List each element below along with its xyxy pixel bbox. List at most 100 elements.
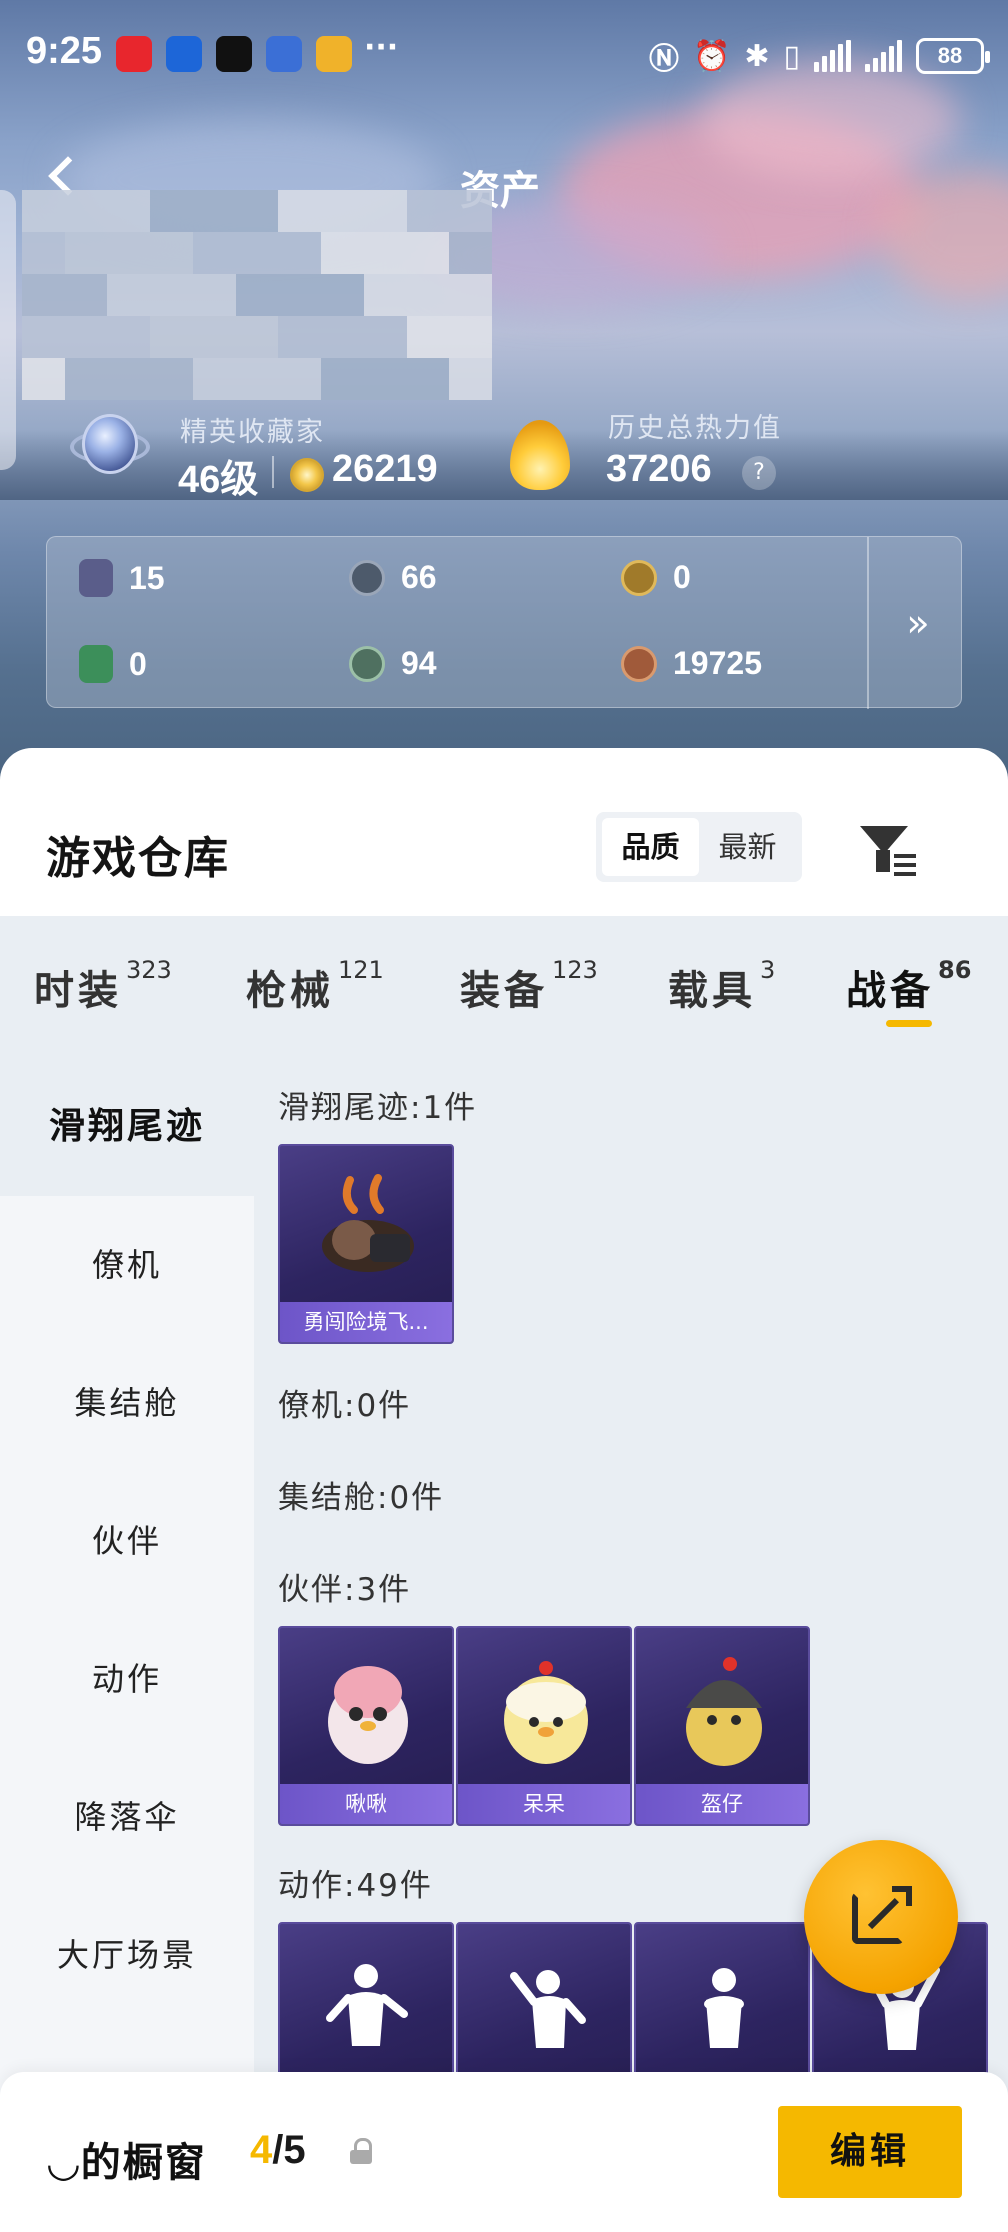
resource-value: 15 — [129, 559, 165, 596]
cat-face-icon: ◡ — [48, 2140, 81, 2186]
collector-level: 46级 — [178, 459, 259, 501]
profile-card-edge — [0, 190, 16, 470]
section-label: 动作:49件 — [278, 1868, 433, 1904]
signal-icon-2 — [865, 40, 902, 72]
section-label: 滑翔尾迹:1件 — [278, 1090, 478, 1126]
warehouse-title: 游戏仓库 — [46, 833, 230, 884]
browser-app-icon — [166, 36, 202, 72]
tiktok-app-icon — [216, 36, 252, 72]
blurred-profile-info — [22, 190, 492, 400]
resource-value: 66 — [401, 559, 437, 595]
tab-vehicles[interactable]: 载具 3 — [668, 956, 775, 1016]
resource-value: 19725 — [673, 645, 762, 681]
resource-value: 94 — [401, 645, 437, 681]
status-bar: 9:25 ··· Ⓝ ⏰ ✱ ▯ 88 — [0, 0, 1008, 110]
tab-label: 枪械 — [246, 968, 334, 1014]
green-coin-icon — [349, 645, 385, 682]
showcase-label: ◡的橱窗 — [48, 2130, 207, 2188]
tab-label: 装备 — [460, 968, 548, 1014]
help-icon[interactable]: ? — [742, 456, 776, 490]
huawei-app-icon — [116, 36, 152, 72]
category-tabs: 时装 323 枪械 121 装备 123 载具 3 战备 86 — [0, 916, 1008, 1058]
tab-battle-gear[interactable]: 战备 86 — [846, 956, 971, 1016]
tab-label: 载具 — [668, 968, 756, 1014]
resources-divider — [867, 537, 869, 709]
item-card[interactable]: 啾啾 — [278, 1626, 454, 1826]
dance-pose-icon — [510, 1970, 586, 2048]
item-name: 勇闯险境飞... — [303, 1310, 429, 1334]
showcase-bar: ◡的橱窗 4/5 编辑 — [0, 2072, 1008, 2232]
edit-button[interactable]: 编辑 — [778, 2106, 962, 2198]
sort-toggle: 品质 最新 — [596, 812, 802, 882]
sort-quality-button[interactable]: 品质 — [602, 818, 699, 876]
pink-chick-art-icon — [328, 1666, 408, 1764]
gold-emblem-icon — [621, 559, 657, 596]
sidebar-item-parachute[interactable]: 降落伞 — [0, 1748, 254, 1886]
section-label: 伙伴:3件 — [278, 1572, 412, 1608]
sidebar: 滑翔尾迹 僚机 集结舱 伙伴 动作 降落伞 大厅场景 — [0, 1058, 254, 2232]
bluetooth-icon: ✱ — [744, 38, 770, 74]
signal-icon — [814, 40, 851, 72]
sort-newest-button[interactable]: 最新 — [699, 818, 796, 876]
tab-count: 86 — [938, 955, 972, 984]
sidebar-item-wingman[interactable]: 僚机 — [0, 1196, 254, 1334]
tab-label: 时装 — [34, 968, 122, 1014]
item-list: 滑翔尾迹:1件 勇闯险境飞... 僚机:0件 集结舱:0件 伙伴:3件 啾啾 呆… — [254, 1058, 1008, 2232]
stat-divider — [272, 456, 274, 488]
resources-panel: 15 66 0 0 94 19725 » — [46, 536, 963, 709]
coin-icon — [290, 458, 324, 492]
coin-value: 26219 — [332, 448, 438, 490]
dance-pose-icon — [326, 1964, 408, 2046]
tab-weapons[interactable]: 枪械 121 — [246, 956, 384, 1016]
item-card[interactable]: 呆呆 — [456, 1626, 632, 1826]
tab-equipment[interactable]: 装备 123 — [460, 956, 598, 1016]
sidebar-item-lobby-scene[interactable]: 大厅场景 — [0, 1886, 254, 2024]
resource-item: 15 — [79, 559, 165, 597]
share-fab-button[interactable] — [804, 1840, 958, 1994]
lock-icon — [350, 2138, 374, 2164]
collector-badge-icon — [70, 404, 150, 484]
tab-count: 123 — [552, 955, 598, 984]
yellow-chick-art-icon — [504, 1661, 588, 1764]
silver-coin-icon — [349, 559, 385, 596]
showcase-count: 4/5 — [250, 2128, 306, 2173]
active-tab-indicator — [886, 1020, 932, 1027]
resource-item: 66 — [349, 559, 437, 596]
tab-fashion[interactable]: 时装 323 — [34, 956, 172, 1016]
tab-label: 战备 — [846, 968, 934, 1014]
resource-item: 94 — [349, 645, 437, 682]
news-app-icon — [266, 36, 302, 72]
item-name: 啾啾 — [345, 1792, 387, 1816]
resource-value: 0 — [129, 645, 147, 682]
sidebar-item-glide-trail[interactable]: 滑翔尾迹 — [0, 1058, 254, 1196]
status-time: 9:25 — [26, 30, 103, 72]
bronze-coin-icon — [621, 645, 657, 682]
card-icon — [79, 559, 113, 597]
resource-value: 0 — [673, 559, 691, 595]
resource-item: 0 — [621, 559, 691, 596]
resources-more-button[interactable]: » — [873, 537, 963, 709]
nfc-icon: Ⓝ — [648, 42, 679, 77]
sidebar-item-companion[interactable]: 伙伴 — [0, 1472, 254, 1610]
glide-trail-art-icon — [322, 1174, 414, 1272]
heat-label: 历史总热力值 — [608, 413, 782, 444]
filter-icon[interactable] — [856, 820, 916, 880]
dance-pose-icon — [704, 1968, 744, 2048]
battery-icon: 88 — [916, 38, 990, 74]
section-label: 僚机:0件 — [278, 1388, 412, 1424]
weibo-app-icon — [316, 36, 352, 72]
tab-count: 121 — [338, 955, 384, 984]
helmet-chick-art-icon — [686, 1657, 762, 1766]
item-name: 盔仔 — [701, 1792, 743, 1816]
section-label: 集结舱:0件 — [278, 1480, 445, 1516]
tab-count: 323 — [126, 955, 172, 984]
sidebar-item-pod[interactable]: 集结舱 — [0, 1334, 254, 1472]
showcase-label-text: 的橱窗 — [80, 2140, 207, 2186]
item-card[interactable]: 勇闯险境飞... — [278, 1144, 454, 1344]
item-card[interactable]: 盔仔 — [634, 1626, 810, 1826]
sidebar-item-emote[interactable]: 动作 — [0, 1610, 254, 1748]
green-card-icon — [79, 645, 113, 683]
heat-value: 37206 — [606, 448, 712, 490]
warehouse-sheet: 游戏仓库 品质 最新 时装 323 枪械 121 装备 123 载具 3 战备 86 滑翔… — [0, 748, 1008, 2232]
resource-item: 19725 — [621, 645, 762, 682]
